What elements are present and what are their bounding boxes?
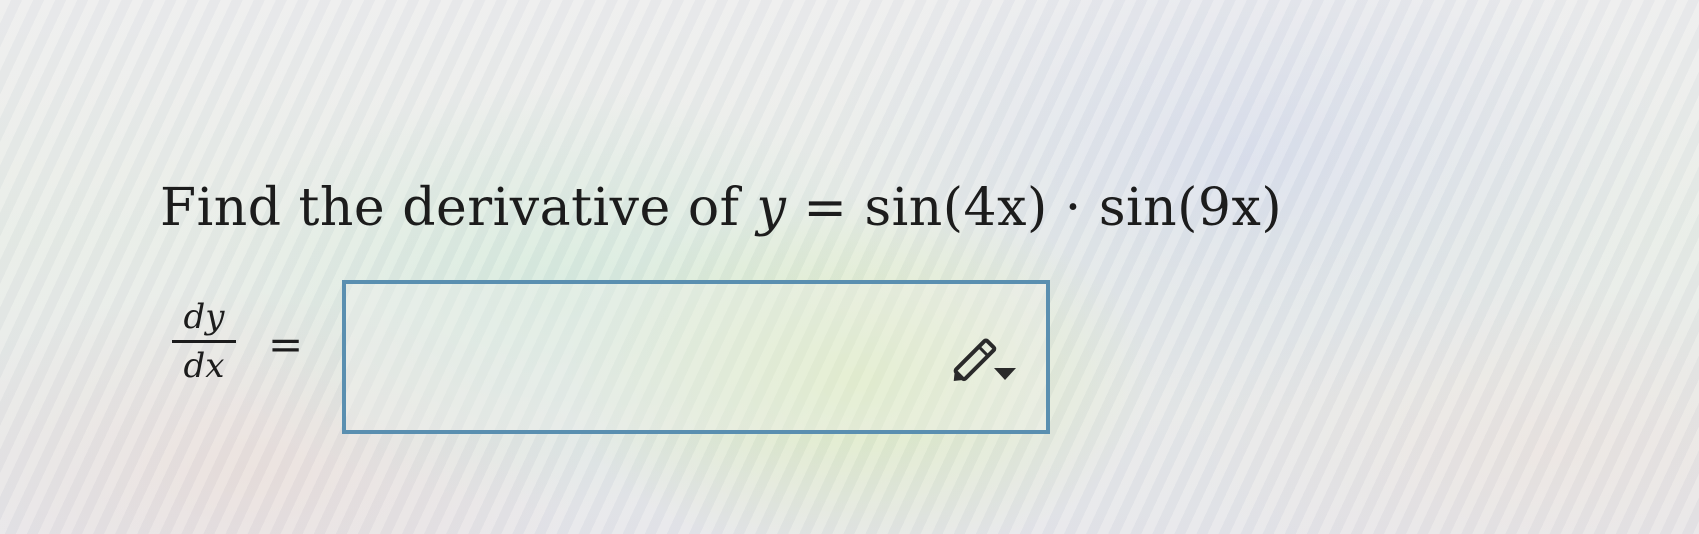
fraction-numerator: dy	[183, 297, 225, 337]
equation-lhs: y	[756, 178, 787, 238]
equation-rhs: = sin(4x) · sin(9x)	[786, 178, 1283, 238]
answer-input-box[interactable]	[342, 280, 1050, 434]
derivative-fraction: dy dx	[168, 300, 240, 383]
question-prefix: Find the derivative of	[160, 178, 757, 238]
fraction-denominator: dx	[183, 346, 225, 386]
math-editor-button[interactable]	[942, 328, 1022, 388]
question-text: Find the derivative of y = sin(4x) · sin…	[160, 178, 1282, 238]
equals-sign: =	[268, 320, 304, 369]
background-texture	[0, 0, 1699, 534]
pencil-dropdown-icon	[953, 338, 1016, 382]
